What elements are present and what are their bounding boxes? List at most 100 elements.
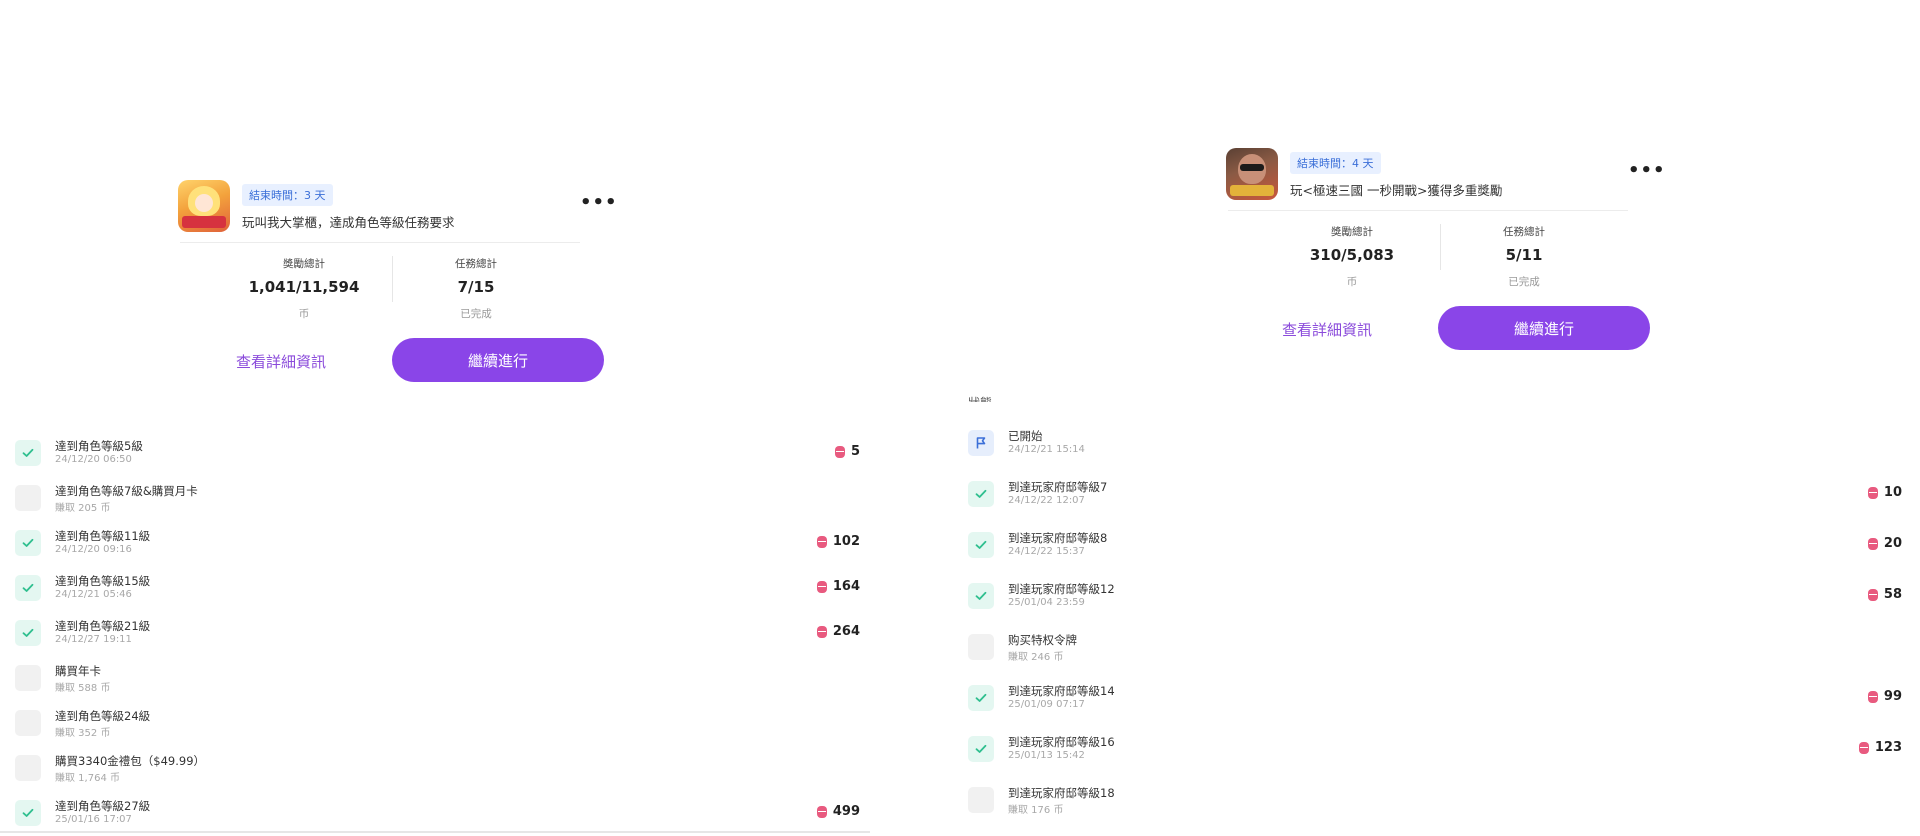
- reward-value: 20: [1883, 536, 1902, 551]
- reward-amount: 102: [816, 534, 860, 549]
- left-task-card: 結束時間：3 天 玩叫我大掌櫃，達成角色等級任務要求 ••• 獎勵總計 1,04…: [170, 160, 630, 400]
- reward-unit: 币: [298, 308, 310, 320]
- task-total-value: 7/15: [457, 278, 495, 296]
- list-item[interactable]: 達到角色等級15級 24/12/21 05:46 164: [15, 571, 860, 611]
- list-item[interactable]: 已開始 24/12/21 15:14: [968, 426, 1908, 466]
- task-subtext: 25/01/13 15:42: [1008, 750, 1085, 761]
- coin-icon: [1867, 537, 1878, 550]
- stat-divider: [392, 256, 393, 302]
- list-item[interactable]: 到達玩家府邸等級18 賺取 176 币: [968, 783, 1908, 823]
- reward-amount: 10: [1867, 485, 1902, 500]
- reward-amount: 499: [816, 804, 860, 819]
- task-name: 购买特权令牌: [1008, 633, 1077, 647]
- check-icon: [968, 736, 994, 762]
- check-icon: [15, 800, 41, 826]
- task-total-label: 任務總計: [455, 258, 497, 270]
- task-name: 達到角色等級15級: [55, 574, 151, 588]
- task-name: 達到角色等級27級: [55, 799, 151, 813]
- task-subtext: 賺取 176 币: [1008, 805, 1064, 816]
- task-subtext: 24/12/22 12:07: [1008, 495, 1085, 506]
- reward-value: 10: [1883, 485, 1902, 500]
- coin-icon: [834, 445, 845, 458]
- list-item[interactable]: 購買年卡 賺取 588 币: [15, 661, 860, 701]
- reward-amount: 164: [816, 579, 860, 594]
- right-task-list: 已開始 24/12/21 15:14 到達玩家府邸等級7 24/12/22 12…: [968, 426, 1908, 831]
- list-item[interactable]: 购买特权令牌 賺取 246 币: [968, 630, 1908, 670]
- reward-value: 123: [1874, 740, 1902, 755]
- list-item[interactable]: 到達玩家府邸等級12 25/01/04 23:59 58: [968, 579, 1908, 619]
- reward-total-label: 獎勵總計: [283, 258, 325, 270]
- check-icon: [15, 485, 41, 511]
- coin-icon: [1867, 486, 1878, 499]
- list-item[interactable]: 達到角色等級27級 25/01/16 17:07 499: [15, 796, 860, 836]
- task-name: 到達玩家府邸等級7: [1008, 480, 1108, 494]
- continue-button[interactable]: 繼續進行: [1438, 306, 1650, 350]
- check-icon: [968, 634, 994, 660]
- task-total-value: 5/11: [1505, 246, 1543, 264]
- game-app-icon[interactable]: [178, 180, 230, 232]
- reward-value: 499: [832, 804, 860, 819]
- check-icon: [968, 481, 994, 507]
- check-icon: [15, 440, 41, 466]
- task-subtext: 賺取 1,764 币: [55, 773, 120, 784]
- task-subtext: 賺取 588 币: [55, 683, 111, 694]
- reward-amount: 20: [1867, 536, 1902, 551]
- task-name: 到達玩家府邸等級14: [1008, 684, 1115, 698]
- list-item[interactable]: 達到角色等級21級 24/12/27 19:11 264: [15, 616, 860, 656]
- list-item[interactable]: 達到角色等級5級 24/12/20 06:50 5: [15, 436, 860, 476]
- coin-icon: [1867, 690, 1878, 703]
- header-divider: [180, 242, 580, 243]
- list-item[interactable]: 購買3340金禮包（$49.99） 賺取 1,764 币: [15, 751, 860, 791]
- task-name: 達到角色等級21級: [55, 619, 151, 633]
- task-name: 到達玩家府邸等級8: [1008, 531, 1108, 545]
- view-details-link[interactable]: 查看詳細資訊: [236, 351, 326, 372]
- task-subtext: 25/01/04 23:59: [1008, 597, 1085, 608]
- list-item[interactable]: 到達玩家府邸等級8 24/12/22 15:37 20: [968, 528, 1908, 568]
- check-icon: [968, 583, 994, 609]
- coin-icon: [816, 805, 827, 818]
- task-name: 到達玩家府邸等級18: [1008, 786, 1115, 800]
- reward-amount: 123: [1858, 740, 1902, 755]
- continue-button[interactable]: 繼續進行: [392, 338, 604, 382]
- check-icon: [15, 755, 41, 781]
- header-divider: [1228, 210, 1628, 211]
- task-subtext: 賺取 246 币: [1008, 652, 1064, 663]
- task-subtext: 24/12/20 09:16: [55, 544, 132, 555]
- right-task-card: 結束時間：4 天 玩<極速三國 一秒開戰>獲得多重獎勵 ••• 獎勵總計 310…: [1218, 128, 1678, 368]
- task-name: 達到角色等級24級: [55, 709, 151, 723]
- list-bottom-edge: [0, 831, 870, 833]
- coin-icon: [1858, 741, 1869, 754]
- view-details-link[interactable]: 查看詳細資訊: [1282, 319, 1372, 340]
- stat-divider: [1440, 224, 1441, 270]
- list-item[interactable]: 達到角色等級11級 24/12/20 09:16 102: [15, 526, 860, 566]
- check-icon: [15, 530, 41, 556]
- reward-total-label: 獎勵總計: [1331, 226, 1373, 238]
- task-completed-label: 已完成: [460, 308, 492, 320]
- more-options-icon[interactable]: •••: [580, 194, 618, 212]
- task-name: 達到角色等級5級: [55, 439, 143, 453]
- game-app-icon[interactable]: [1226, 148, 1278, 200]
- coin-icon: [816, 580, 827, 593]
- task-name: 購買年卡: [55, 664, 101, 678]
- reward-amount: 99: [1867, 689, 1902, 704]
- coin-icon: [816, 535, 827, 548]
- more-options-icon[interactable]: •••: [1628, 162, 1666, 180]
- task-name: 購買3340金禮包（$49.99）: [55, 754, 206, 768]
- check-icon: [968, 787, 994, 813]
- task-subtext: 賺取 352 币: [55, 728, 111, 739]
- coin-icon: [1867, 588, 1878, 601]
- check-icon: [15, 665, 41, 691]
- list-item[interactable]: 達到角色等級7級&購買月卡 賺取 205 币: [15, 481, 860, 521]
- list-item[interactable]: 達到角色等級24級 賺取 352 币: [15, 706, 860, 746]
- reward-total-value: 310/5,083: [1309, 246, 1395, 264]
- list-item[interactable]: 到達玩家府邸等級16 25/01/13 15:42 123: [968, 732, 1908, 772]
- list-item[interactable]: 到達玩家府邸等級7 24/12/22 12:07 10: [968, 477, 1908, 517]
- list-item[interactable]: 到達玩家府邸等級14 25/01/09 07:17 99: [968, 681, 1908, 721]
- reward-value: 164: [832, 579, 860, 594]
- task-subtext: 25/01/09 07:17: [1008, 699, 1085, 710]
- task-completed-label: 已完成: [1508, 276, 1540, 288]
- task-subtext: 24/12/27 19:11: [55, 634, 132, 645]
- task-name: 達到角色等級7級&購買月卡: [55, 484, 198, 498]
- reward-value: 264: [832, 624, 860, 639]
- left-task-list: 達到角色等級5級 24/12/20 06:50 5 達到角色等級7級&購買月卡 …: [15, 436, 860, 831]
